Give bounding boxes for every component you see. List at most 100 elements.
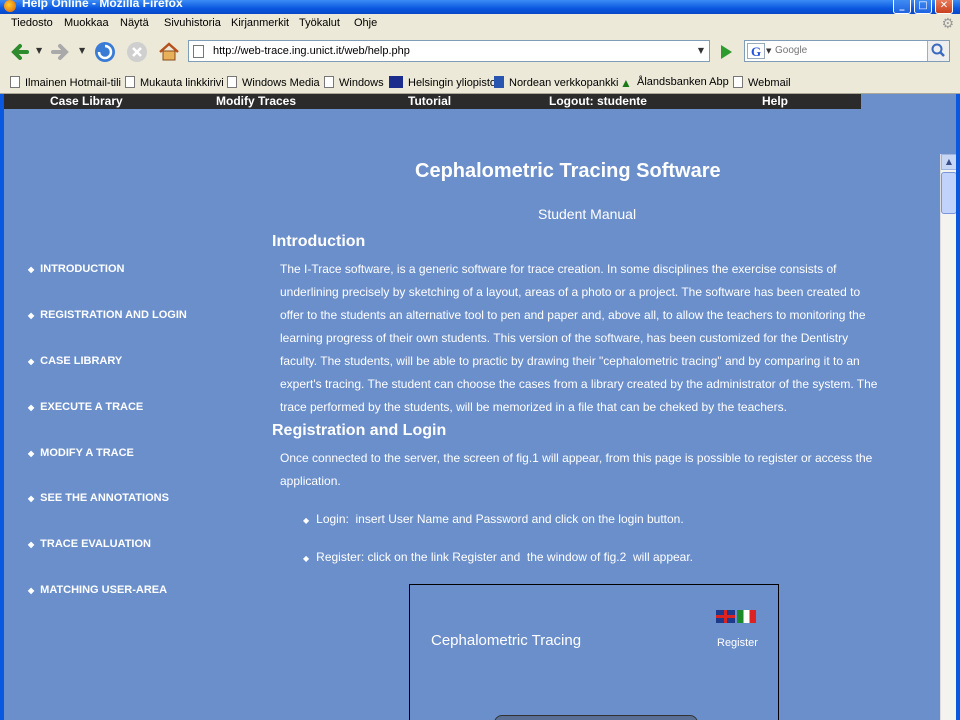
sidebar-item-introduction[interactable]: ◆ INTRODUCTION [28, 263, 124, 275]
bullet-icon: ◆ [28, 494, 35, 503]
bullet-icon: ◆ [28, 265, 35, 274]
bookmark-alandsbanken[interactable]: ▲ Ålandsbanken Abp [620, 76, 729, 90]
bullet-register: ◆ Register: click on the link Register an… [303, 550, 694, 564]
window-border-left [0, 94, 4, 720]
sidebar-item-registration[interactable]: ◆ REGISTRATION AND LOGIN [28, 309, 187, 321]
page-icon [193, 45, 204, 58]
intro-line: faculty. The students, will be able to p… [280, 354, 860, 368]
bullet-icon: ◆ [303, 516, 310, 525]
throbber-icon: ⚙ [941, 16, 954, 32]
nav-help[interactable]: Help [762, 94, 788, 109]
url-dropdown-icon[interactable]: ▼ [693, 41, 709, 61]
reload-button[interactable] [92, 39, 118, 65]
bullet-icon: ◆ [28, 449, 35, 458]
url-text[interactable]: http://web-trace.ing.unict.it/web/help.p… [213, 45, 410, 57]
bookmark-webmail[interactable]: Webmail [733, 76, 791, 89]
intro-line: underlining precisely by sketching of a … [280, 285, 861, 299]
menu-sivuhistoria[interactable]: Sivuhistoria [164, 17, 221, 29]
nordea-icon [494, 76, 504, 88]
intro-heading: Introduction [272, 233, 366, 250]
forward-dropdown-icon[interactable]: ▼ [79, 46, 85, 55]
reload-icon [95, 42, 115, 62]
bookmark-helsingin[interactable]: Helsingin yliopisto [389, 76, 496, 89]
intro-line: trace performed by the students, will be… [280, 400, 787, 414]
address-bar[interactable]: http://web-trace.ing.unict.it/web/help.p… [188, 40, 710, 62]
registration-heading: Registration and Login [272, 422, 447, 439]
site-nav: Case Library Modify Traces Tutorial Logo… [4, 94, 861, 109]
bullet-icon: ◆ [28, 586, 35, 595]
go-button[interactable] [716, 42, 736, 62]
registration-line: Once connected to the server, the screen… [280, 451, 873, 465]
forward-button[interactable] [48, 39, 74, 65]
registration-line: application. [280, 474, 341, 488]
vertical-scrollbar[interactable]: ▲ [940, 154, 957, 720]
search-input[interactable] [775, 45, 915, 56]
page-content: Case Library Modify Traces Tutorial Logo… [4, 94, 940, 720]
menu-tyokalut[interactable]: Työkalut [299, 17, 340, 29]
menu-bar: Tiedosto Muokkaa Näytä Sivuhistoria Kirj… [0, 14, 960, 34]
minimize-button[interactable]: _ [893, 0, 911, 14]
search-icon [931, 43, 945, 57]
nav-tutorial[interactable]: Tutorial [408, 94, 451, 109]
italy-flag-icon[interactable] [737, 610, 756, 623]
sidebar-item-case-library[interactable]: ◆ CASE LIBRARY [28, 355, 122, 367]
sidebar-item-trace-evaluation[interactable]: ◆ TRACE EVALUATION [28, 538, 151, 550]
bookmark-hotmail[interactable]: Ilmainen Hotmail-tili [10, 76, 121, 89]
registration-paragraph: Once connected to the server, the screen… [280, 447, 872, 493]
home-button[interactable] [156, 39, 182, 65]
figure-screenshot: Cephalometric Tracing Register [409, 584, 779, 720]
menu-nayta[interactable]: Näytä [120, 17, 149, 29]
nav-case-library[interactable]: Case Library [50, 94, 123, 109]
bookmark-mukauta[interactable]: Mukauta linkkirivi [125, 76, 224, 89]
search-engine-dropdown-icon[interactable]: ▼ [766, 47, 771, 55]
scroll-up-icon[interactable]: ▲ [941, 154, 957, 170]
bullet-icon: ◆ [28, 403, 35, 412]
scrollbar-thumb[interactable] [941, 172, 957, 214]
intro-line: The I-Trace software, is a generic softw… [280, 262, 837, 276]
bullet-icon: ◆ [28, 357, 35, 366]
menu-ohje[interactable]: Ohje [354, 17, 377, 29]
sidebar-item-execute-trace[interactable]: ◆ EXECUTE A TRACE [28, 401, 143, 413]
back-dropdown-icon[interactable]: ▼ [36, 46, 42, 55]
google-icon[interactable]: G [747, 43, 765, 59]
bookmark-windows-media[interactable]: Windows Media [227, 76, 320, 89]
search-box[interactable]: G ▼ [744, 40, 950, 62]
bullet-icon: ◆ [28, 311, 35, 320]
menu-kirjanmerkit[interactable]: Kirjanmerkit [231, 17, 289, 29]
navigation-toolbar: ▼ ▼ http://web-trace.ing.unict.it/web/he… [0, 34, 960, 70]
bookmark-page-icon [324, 76, 334, 88]
sidebar-item-modify-trace[interactable]: ◆ MODIFY A TRACE [28, 447, 134, 459]
menu-muokkaa[interactable]: Muokkaa [64, 17, 109, 29]
intro-line: learning progress of their own students.… [280, 331, 849, 345]
figure-register-link: Register [717, 637, 758, 649]
intro-paragraph: The I-Trace software, is a generic softw… [280, 258, 877, 419]
intro-line: expert's tracing. The student can choose… [280, 377, 878, 391]
page-title: Cephalometric Tracing Software [415, 160, 721, 182]
sidebar-item-matching-user-area[interactable]: ◆ MATCHING USER-AREA [28, 584, 167, 596]
nav-logout[interactable]: Logout: studente [549, 94, 647, 109]
bookmark-windows[interactable]: Windows [324, 76, 384, 89]
intro-line: offer to the students an alternative too… [280, 308, 866, 322]
back-button[interactable] [6, 39, 32, 65]
forward-arrow-icon [51, 44, 69, 60]
figure-title: Cephalometric Tracing [431, 632, 582, 649]
window-title: Help Online - Mozilla Firefox [22, 0, 183, 10]
window-titlebar: Help Online - Mozilla Firefox _ □ ✕ [0, 0, 960, 14]
sidebar-item-annotations[interactable]: ◆ SEE THE ANNOTATIONS [28, 492, 169, 504]
bookmark-nordea[interactable]: Nordean verkkopankki [494, 76, 618, 89]
figure-login-box [494, 715, 698, 720]
back-arrow-icon [11, 44, 29, 60]
home-icon [159, 42, 179, 61]
maximize-button[interactable]: □ [914, 0, 932, 14]
bookmark-page-icon [125, 76, 135, 88]
menu-tiedosto[interactable]: Tiedosto [11, 17, 53, 29]
bookmark-page-icon [10, 76, 20, 88]
uk-flag-icon[interactable] [716, 610, 735, 623]
bookmark-page-icon [733, 76, 743, 88]
nav-modify-traces[interactable]: Modify Traces [216, 94, 296, 109]
close-button[interactable]: ✕ [935, 0, 953, 14]
bullet-login: ◆ Login: insert User Name and Password an… [303, 512, 684, 526]
stop-button[interactable] [124, 39, 150, 65]
window-border-right [956, 94, 960, 720]
search-button[interactable] [927, 41, 949, 61]
